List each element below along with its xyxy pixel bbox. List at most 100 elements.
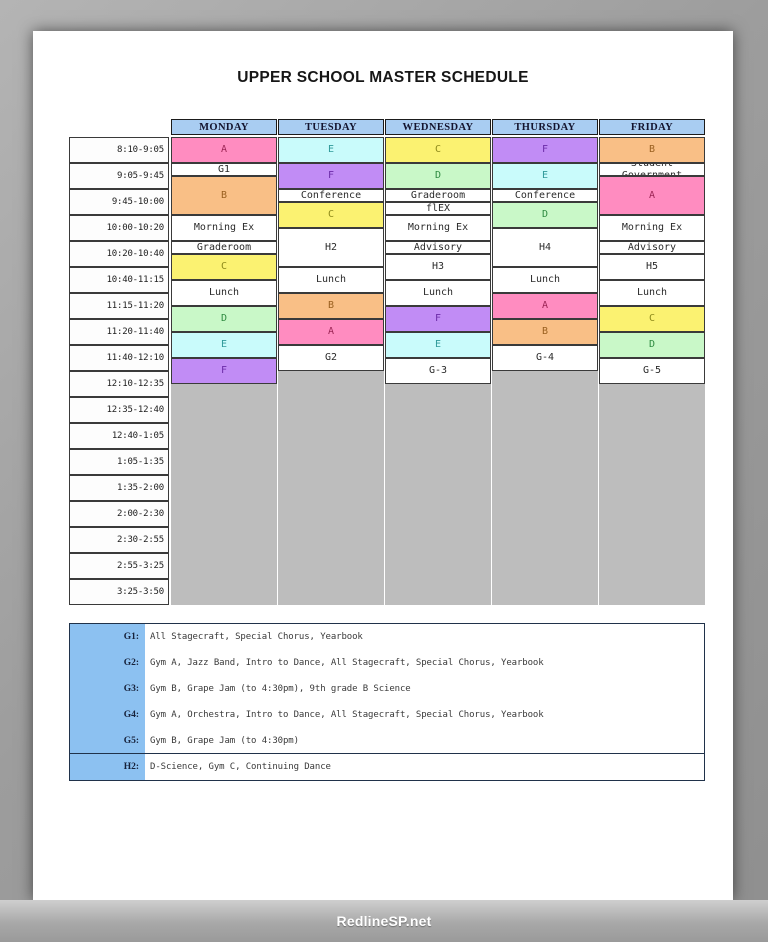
legend-block-h: H2: D-Science, Gym C, Continuing Dance [69, 753, 705, 782]
schedule-cell[interactable]: F [171, 358, 277, 384]
legend-key: H2: [123, 762, 139, 773]
schedule-cell[interactable]: A [278, 319, 384, 345]
schedule-cell[interactable]: D [599, 332, 705, 358]
watermark-text: RedlineSP.net [336, 913, 432, 929]
schedule-cell[interactable]: B [599, 137, 705, 163]
time-slot-label: 9:45-10:00 [69, 189, 169, 215]
schedule-cell[interactable]: H5 [599, 254, 705, 280]
schedule-cell[interactable]: H2 [278, 228, 384, 267]
page-title: UPPER SCHOOL MASTER SCHEDULE [237, 69, 529, 86]
schedule-cell[interactable]: Graderoom [385, 189, 491, 202]
schedule-cell[interactable]: C [385, 137, 491, 163]
time-slot-label: 2:55-3:25 [69, 553, 169, 579]
schedule-cell[interactable]: C [599, 306, 705, 332]
time-slot-label: 1:05-1:35 [69, 449, 169, 475]
legend-row: G2: Gym A, Jazz Band, Intro to Dance, All… [70, 650, 704, 676]
schedule-cell[interactable]: B [492, 319, 598, 345]
schedule-cell[interactable]: Advisory [599, 241, 705, 254]
empty-slot-filler [492, 371, 598, 605]
schedule-cell[interactable]: Conference [492, 189, 598, 202]
legend-key: G1: [123, 632, 139, 642]
schedule-cell[interactable]: F [385, 306, 491, 332]
empty-slot-filler [599, 384, 705, 605]
day-header-thursday: THURSDAY [492, 119, 598, 135]
schedule-cell[interactable]: D [385, 163, 491, 189]
empty-slot-filler [385, 384, 491, 605]
legend-row: H2: D-Science, Gym C, Continuing Dance [70, 754, 704, 780]
schedule-cell[interactable]: Lunch [278, 267, 384, 293]
schedule-cell[interactable]: E [278, 137, 384, 163]
schedule-cell[interactable]: G2 [278, 345, 384, 371]
schedule-cell[interactable]: E [492, 163, 598, 189]
schedule-cell[interactable]: C [171, 254, 277, 280]
legend-value: Gym A, Jazz Band, Intro to Dance, All St… [150, 658, 544, 668]
document-page: UPPER SCHOOL MASTER SCHEDULE MONDAY TUESD… [33, 31, 733, 900]
time-slot-label: 1:35-2:00 [69, 475, 169, 501]
schedule-cell[interactable]: E [171, 332, 277, 358]
time-slot-label: 2:00-2:30 [69, 501, 169, 527]
legend-key: G5: [123, 736, 139, 746]
legend-row: G1: All Stagecraft, Special Chorus, Yearb… [70, 624, 704, 650]
schedule-cell[interactable]: G1 [171, 163, 277, 176]
legend-row: G3: Gym B, Grape Jam (to 4:30pm), 9th gra… [70, 676, 704, 702]
legend-key: G2: [123, 658, 139, 668]
schedule-cell[interactable]: Morning Ex [599, 215, 705, 241]
legend-key: G4: [123, 710, 139, 720]
day-header-friday: FRIDAY [599, 119, 705, 135]
schedule-cell[interactable]: E [385, 332, 491, 358]
footer-watermark-bar: RedlineSP.net [0, 900, 768, 942]
legend-value: Gym B, Grape Jam (to 4:30pm), 9th grade … [150, 684, 411, 694]
schedule-cell[interactable]: Lunch [599, 280, 705, 306]
legend-row: G5: Gym B, Grape Jam (to 4:30pm) [70, 728, 704, 754]
schedule-cell[interactable]: A [599, 176, 705, 215]
master-schedule-table: MONDAY TUESDAY WEDNESDAY THURSDAY FRIDAY 8:10… [69, 119, 705, 605]
schedule-cell[interactable]: Lunch [385, 280, 491, 306]
schedule-cell[interactable]: G-5 [599, 358, 705, 384]
schedule-cell[interactable]: B [278, 293, 384, 319]
schedule-cell[interactable]: B [171, 176, 277, 215]
time-slot-label: 11:15-11:20 [69, 293, 169, 319]
time-slot-label: 2:30-2:55 [69, 527, 169, 553]
day-header-tuesday: TUESDAY [278, 119, 384, 135]
time-slot-label: 12:35-12:40 [69, 397, 169, 423]
time-slot-label: 12:40-1:05 [69, 423, 169, 449]
time-slot-label: 10:20-10:40 [69, 241, 169, 267]
schedule-cell[interactable]: F [278, 163, 384, 189]
day-header-monday: MONDAY [171, 119, 277, 135]
schedule-cell[interactable]: Conference [278, 189, 384, 202]
schedule-cell[interactable]: Morning Ex [171, 215, 277, 241]
schedule-cell[interactable]: C [278, 202, 384, 228]
day-header-wednesday: WEDNESDAY [385, 119, 491, 135]
legend-section: G1: All Stagecraft, Special Chorus, Yearb… [69, 623, 705, 782]
legend-key: G3: [123, 684, 139, 694]
schedule-cell[interactable]: H4 [492, 228, 598, 267]
time-slot-label: 9:05-9:45 [69, 163, 169, 189]
schedule-cell[interactable]: Student Government [599, 163, 705, 176]
empty-slot-filler [278, 371, 384, 605]
schedule-cell[interactable]: D [492, 202, 598, 228]
empty-slot-filler [171, 384, 277, 605]
time-slot-label: 8:10-9:05 [69, 137, 169, 163]
time-slot-label: 11:40-12:10 [69, 345, 169, 371]
schedule-cell[interactable]: F [492, 137, 598, 163]
schedule-cell[interactable]: Advisory [385, 241, 491, 254]
legend-block-g: G1: All Stagecraft, Special Chorus, Yearb… [69, 623, 705, 755]
schedule-grid: MONDAY TUESDAY WEDNESDAY THURSDAY FRIDAY 8:10… [69, 119, 705, 605]
schedule-cell[interactable]: Graderoom [171, 241, 277, 254]
time-slot-label: 12:10-12:35 [69, 371, 169, 397]
legend-value: All Stagecraft, Special Chorus, Yearbook [150, 632, 363, 642]
schedule-cell[interactable]: G-3 [385, 358, 491, 384]
time-slot-label: 11:20-11:40 [69, 319, 169, 345]
time-slot-label: 10:00-10:20 [69, 215, 169, 241]
schedule-cell[interactable]: Lunch [171, 280, 277, 306]
schedule-cell[interactable]: D [171, 306, 277, 332]
schedule-cell[interactable]: flEX [385, 202, 491, 215]
schedule-cell[interactable]: H3 [385, 254, 491, 280]
schedule-cell[interactable]: Morning Ex [385, 215, 491, 241]
schedule-cell[interactable]: G-4 [492, 345, 598, 371]
schedule-cell[interactable]: A [171, 137, 277, 163]
schedule-cell[interactable]: Lunch [492, 267, 598, 293]
legend-value: Gym A, Orchestra, Intro to Dance, All St… [150, 710, 544, 720]
schedule-cell[interactable]: A [492, 293, 598, 319]
legend-value: D-Science, Gym C, Continuing Dance [150, 762, 331, 773]
